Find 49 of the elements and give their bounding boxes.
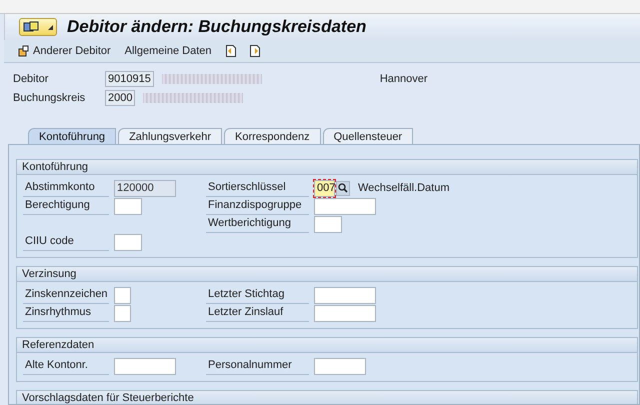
input-field[interactable]: 007 [314, 180, 335, 196]
field-label: CIIU code [23, 234, 109, 250]
field-value: 9010915 [105, 71, 154, 87]
group-title: Vorschlagsdaten für Steuerberichte [17, 391, 637, 404]
group-title: Verzinsung [17, 267, 637, 282]
input-field[interactable] [114, 234, 142, 250]
city-text: Hannover [380, 72, 428, 87]
description-text: Wechselfäll.Datum [358, 180, 450, 196]
tab[interactable]: Korrespondenz [224, 128, 321, 144]
search-help-button[interactable] [336, 180, 350, 196]
group-title: Referenzdaten [17, 338, 637, 353]
input-field[interactable] [314, 198, 376, 214]
field-label: Alte Kontonr. [23, 358, 109, 374]
field-label: Abstimmkonto [23, 180, 109, 196]
next-page-button[interactable] [250, 45, 260, 57]
change-object-icon [18, 45, 31, 57]
field-label: Letzter Zinslauf [206, 304, 309, 322]
field-label: Letzter Stichtag [206, 286, 309, 304]
toolbar-button[interactable]: Anderer Debitor [18, 42, 111, 60]
field-label: Sortierschlüssel [206, 180, 309, 196]
input-field[interactable] [314, 216, 342, 232]
tab[interactable]: Kontoführung [28, 128, 116, 144]
window-title: Debitor ändern: Buchungskreisdaten [67, 16, 366, 38]
menu-button[interactable] [19, 18, 57, 36]
group-title: Kontoführung [17, 160, 637, 175]
search-icon [338, 183, 348, 193]
field-label: Finanzdispogruppe [206, 198, 309, 214]
previous-page-button[interactable] [226, 45, 236, 57]
field-label: Debitor [13, 72, 50, 87]
input-field[interactable] [314, 304, 376, 322]
caret-icon [48, 24, 53, 30]
input-field[interactable] [114, 304, 131, 322]
field-label: Personalnummer [206, 358, 309, 374]
field-label: Zinsrhythmus [23, 304, 109, 322]
toolbar-button[interactable]: Allgemeine Daten [124, 42, 212, 60]
app-icon [23, 21, 39, 33]
tab[interactable]: Quellensteuer [322, 128, 414, 144]
field-label: Zinskennzeichen [23, 286, 109, 304]
input-field[interactable] [114, 358, 176, 374]
input-field[interactable] [314, 286, 376, 304]
input-field[interactable] [314, 358, 366, 374]
input-field[interactable] [114, 286, 131, 304]
field-label: Berechtigung [23, 198, 109, 214]
tab[interactable]: Zahlungsverkehr [118, 128, 222, 144]
field-value: 2000 [105, 90, 136, 106]
input-field[interactable]: 120000 [114, 180, 176, 196]
input-field[interactable] [114, 198, 142, 214]
field-label: Buchungskreis [13, 90, 86, 106]
field-label: Wertberichtigung [206, 216, 309, 232]
